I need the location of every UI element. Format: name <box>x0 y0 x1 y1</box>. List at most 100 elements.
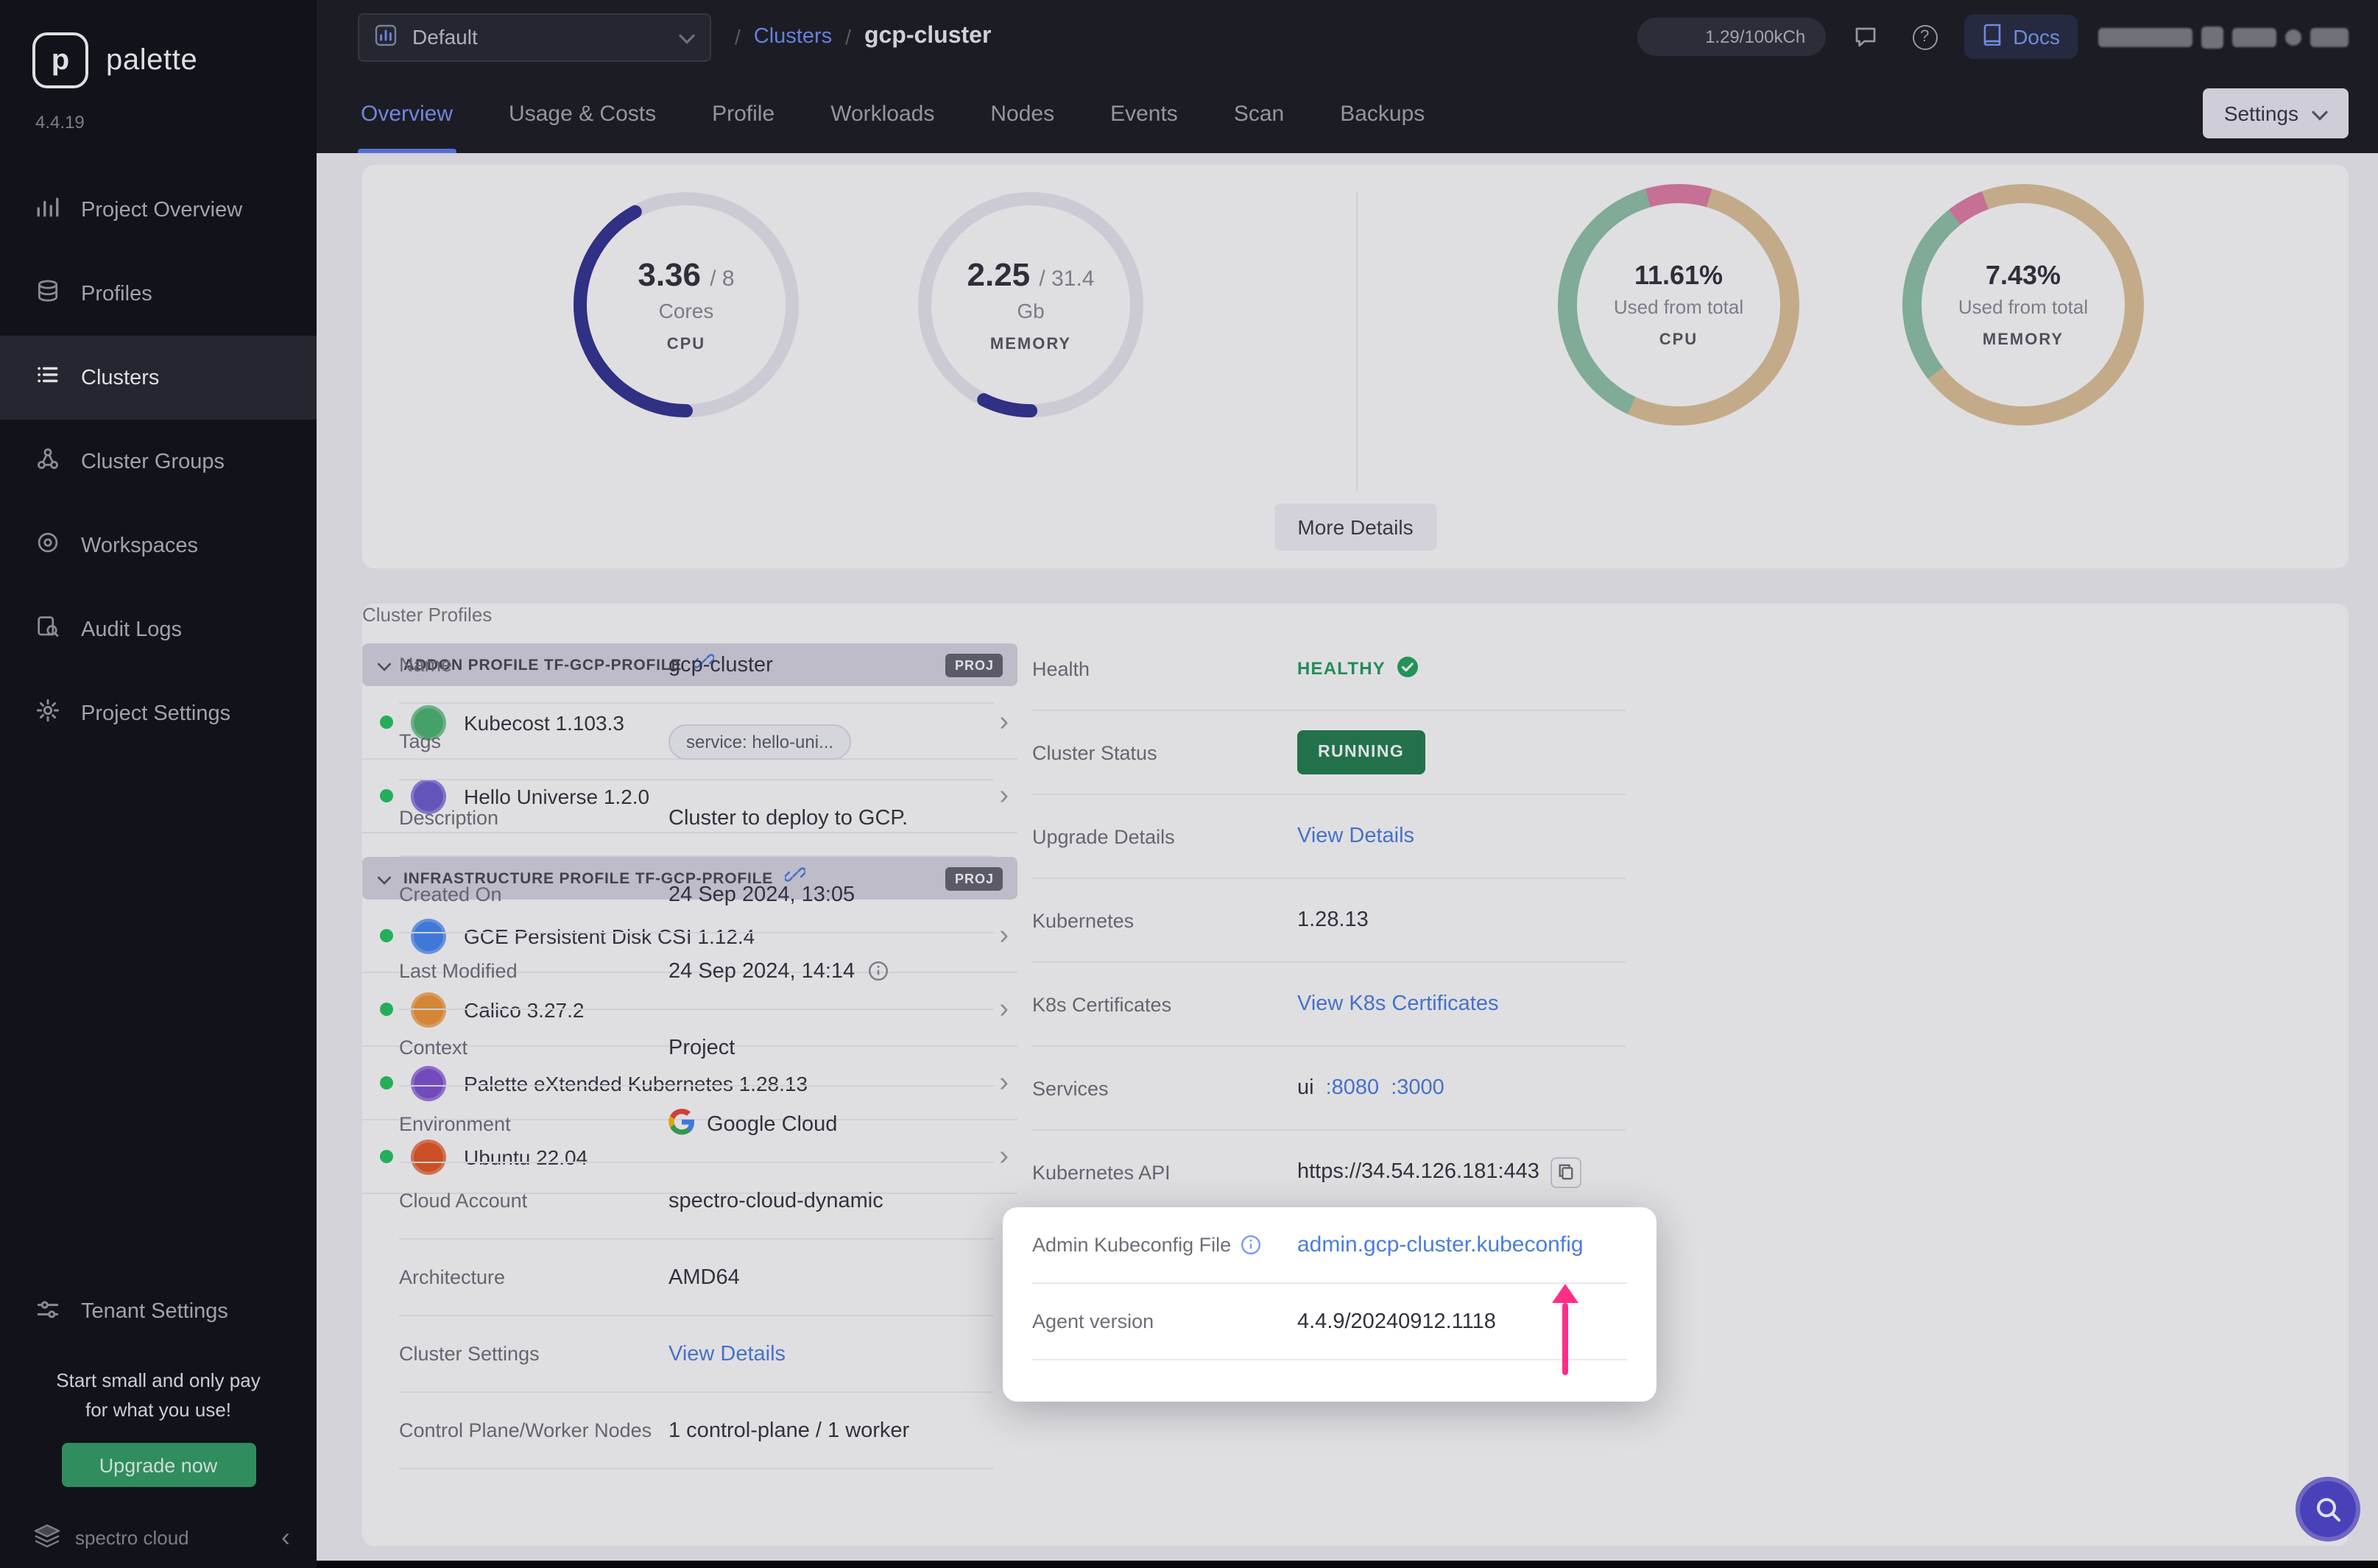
service-name: ui <box>1297 1076 1314 1100</box>
upgrade-view-details-link[interactable]: View Details <box>1297 824 1414 848</box>
tab-profile[interactable]: Profile <box>709 74 777 153</box>
architecture-value: AMD64 <box>668 1265 740 1289</box>
service-port-3000-link[interactable]: :3000 <box>1391 1076 1444 1100</box>
detail-row-created-on: Created On 24 Sep 2024, 13:05 <box>399 857 994 933</box>
docs-button[interactable]: Docs <box>1964 15 2078 59</box>
memory-total-donut: 7.43% Used from total MEMORY <box>1902 184 2144 425</box>
details-left-column: Name gcp-cluster Tags service: hello-uni… <box>399 627 994 1469</box>
nodes-value: 1 control-plane / 1 worker <box>668 1419 909 1442</box>
sidebar-item-label: Project Overview <box>81 198 242 222</box>
user-account-redacted[interactable] <box>2098 26 2349 48</box>
last-modified-value: 24 Sep 2024, 14:14 <box>668 959 855 983</box>
detail-row-services: Services ui :8080 :3000 <box>1032 1047 1626 1131</box>
detail-row-description: Description Cluster to deploy to GCP. <box>399 780 994 857</box>
chevron-right-icon: › <box>999 1069 1009 1097</box>
more-details-button[interactable]: More Details <box>1274 504 1436 551</box>
top-bar: Default / Clusters / gcp-cluster 1.29/10… <box>317 0 2378 74</box>
detail-row-cluster-status: Cluster Status RUNNING <box>1032 711 1626 795</box>
chevron-right-icon: › <box>999 922 1009 950</box>
memory-gauge-label: MEMORY <box>990 336 1071 353</box>
kubernetes-version-value: 1.28.13 <box>1297 908 1369 932</box>
palette-logo-text: palette <box>106 43 197 77</box>
sidebar-item-project-settings[interactable]: Project Settings <box>0 671 317 755</box>
cpu-total-donut: 11.61% Used from total CPU <box>1558 184 1799 425</box>
sidebar-item-cluster-groups[interactable]: Cluster Groups <box>0 420 317 504</box>
tag-chip[interactable]: service: hello-uni... <box>668 724 851 759</box>
tab-backups[interactable]: Backups <box>1337 74 1428 153</box>
book-icon <box>1982 24 2003 50</box>
copy-icon[interactable] <box>1551 1156 1582 1187</box>
tab-bar: Overview Usage & Costs Profile Workloads… <box>317 74 2378 153</box>
cpu-unit: Cores <box>659 299 714 322</box>
breadcrumb-separator: / <box>845 25 851 49</box>
detail-row-kubernetes: Kubernetes 1.28.13 <box>1032 879 1626 963</box>
cluster-profiles-title: Cluster Profiles <box>362 604 1017 626</box>
sidebar-item-project-overview[interactable]: Project Overview <box>0 168 317 252</box>
metrics-card: 3.36 / 8 Cores CPU 2.25 / 31.4 Gb MEMORY <box>362 165 2349 568</box>
sidebar-item-label: Audit Logs <box>81 618 182 641</box>
upgrade-now-button[interactable]: Upgrade now <box>61 1443 255 1487</box>
metrics-divider <box>1356 191 1358 492</box>
info-icon[interactable] <box>1240 1234 1262 1256</box>
app-version: 4.4.19 <box>0 112 317 133</box>
floating-search-button[interactable] <box>2296 1477 2360 1541</box>
status-dot <box>380 789 393 802</box>
nodes-icon <box>35 446 60 477</box>
detail-row-kubernetes-api: Kubernetes API https://34.54.126.181:443 <box>1032 1131 1626 1215</box>
detail-row-name: Name gcp-cluster <box>399 627 994 704</box>
sidebar-item-audit-logs[interactable]: Audit Logs <box>0 587 317 671</box>
project-selector[interactable]: Default <box>358 13 711 61</box>
status-dot <box>380 929 393 942</box>
sidebar-item-workspaces[interactable]: Workspaces <box>0 504 317 587</box>
memory-used-value: 2.25 <box>967 256 1031 293</box>
sidebar-item-profiles[interactable]: Profiles <box>0 252 317 336</box>
view-k8s-certificates-link[interactable]: View K8s Certificates <box>1297 992 1498 1016</box>
detail-row-tags: Tags service: hello-uni... <box>399 704 994 780</box>
tab-workloads[interactable]: Workloads <box>828 74 937 153</box>
detail-row-admin-kubeconfig: Admin Kubeconfig File admin.gcp-cluster.… <box>1032 1207 1627 1284</box>
promo-text: Start small and only pay for what you us… <box>24 1366 293 1425</box>
tab-events[interactable]: Events <box>1107 74 1181 153</box>
service-port-8080-link[interactable]: :8080 <box>1326 1076 1380 1100</box>
settings-button[interactable]: Settings <box>2204 88 2349 138</box>
admin-kubeconfig-download-link[interactable]: admin.gcp-cluster.kubeconfig <box>1297 1232 1584 1257</box>
context-value: Project <box>668 1036 735 1059</box>
description-value: Cluster to deploy to GCP. <box>668 806 908 830</box>
sidebar-item-clusters[interactable]: Clusters <box>0 336 317 420</box>
tab-nodes[interactable]: Nodes <box>987 74 1057 153</box>
cluster-settings-view-details-link[interactable]: View Details <box>668 1342 786 1366</box>
breadcrumb-clusters-link[interactable]: Clusters <box>754 25 832 49</box>
chat-icon[interactable] <box>1846 18 1885 56</box>
created-on-value: 24 Sep 2024, 13:05 <box>668 883 855 906</box>
chevron-down-icon <box>377 651 392 678</box>
detail-row-agent-version: Agent version 4.4.9/20240912.1118 <box>1032 1284 1627 1360</box>
kubernetes-api-value: https://34.54.126.181:443 <box>1297 1160 1539 1184</box>
sidebar-item-label: Cluster Groups <box>81 450 225 473</box>
running-status-badge[interactable]: RUNNING <box>1297 730 1425 774</box>
agent-version-value: 4.4.9/20240912.1118 <box>1297 1310 1496 1333</box>
tab-scan[interactable]: Scan <box>1231 74 1287 153</box>
sidebar-item-label: Tenant Settings <box>81 1300 228 1324</box>
sidebar-bottom: Tenant Settings Start small and only pay… <box>0 1270 317 1568</box>
memory-total-percent: 7.43% <box>1986 261 2061 292</box>
docs-button-label: Docs <box>2013 25 2060 49</box>
info-icon[interactable] <box>867 960 889 982</box>
sidebar-item-tenant-settings[interactable]: Tenant Settings <box>0 1270 317 1354</box>
detail-row-cloud-account: Cloud Account spectro-cloud-dynamic <box>399 1163 994 1240</box>
memory-usage-gauge: 2.25 / 31.4 Gb MEMORY <box>913 187 1149 423</box>
layers-icon <box>35 278 60 309</box>
tab-usage-costs[interactable]: Usage & Costs <box>506 74 659 153</box>
cpu-total-label: CPU <box>1659 331 1698 349</box>
chevron-right-icon: › <box>999 782 1009 810</box>
breadcrumb-separator: / <box>735 25 741 49</box>
environment-value: Google Cloud <box>707 1112 837 1136</box>
collapse-sidebar-icon[interactable]: ‹ <box>281 1522 290 1553</box>
target-icon <box>35 530 60 561</box>
chevron-right-icon: › <box>999 995 1009 1023</box>
help-icon[interactable]: ? <box>1905 18 1944 56</box>
cpu-used-value: 3.36 <box>638 256 701 293</box>
sliders-icon <box>35 1296 60 1327</box>
cloud-account-value: spectro-cloud-dynamic <box>668 1189 883 1212</box>
detail-row-cluster-settings: Cluster Settings View Details <box>399 1316 994 1393</box>
tab-overview[interactable]: Overview <box>358 74 456 153</box>
